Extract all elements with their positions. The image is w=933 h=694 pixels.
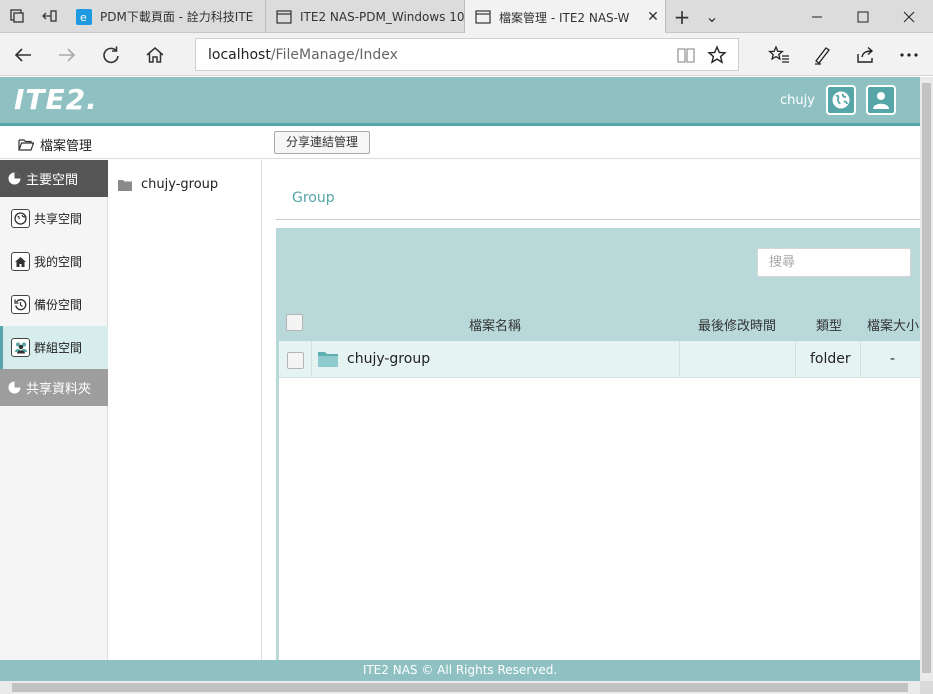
footer: ITE2 NAS © All Rights Reserved. [0,660,920,681]
scrollbar-thumb[interactable] [922,83,931,673]
breadcrumb[interactable]: Group [292,190,335,206]
sidebar-header-label: 主要空間 [26,173,79,188]
sidebar-item-label: 群組空間 [34,341,83,355]
sidebar-item-shared[interactable]: 共享空間 [0,197,108,240]
maximize-icon[interactable] [840,0,886,33]
app-header: ITE2. chujy [0,77,920,126]
share-link-management-button[interactable]: 分享連結管理 [274,131,371,154]
user-icon [873,92,889,109]
browser-tab-active[interactable]: 檔案管理 - ITE2 NAS-W ✕ [465,0,666,34]
more-icon[interactable] [895,41,923,69]
sidebar-header-shared-folder[interactable]: 共享資料夾 [0,369,108,406]
column-divider [311,341,312,378]
file-size: - [890,351,896,367]
file-name[interactable]: chujy-group [347,351,430,367]
page-icon [276,9,292,25]
edge-e-icon: e [76,8,92,25]
pie-chart-icon [8,381,21,394]
column-divider [860,341,861,378]
close-window-icon[interactable] [886,0,932,33]
sidebar-header-main[interactable]: 主要空間 [0,160,108,197]
browser-address-bar: localhost/FileManage/Index [0,33,933,76]
address-input[interactable]: localhost/FileManage/Index [195,38,739,71]
user-profile-button[interactable] [866,85,896,115]
back-arrow-icon[interactable] [9,41,37,69]
favorite-star-icon[interactable] [703,41,731,69]
globe-icon [11,209,30,228]
refresh-icon[interactable] [97,41,125,69]
folder-icon [118,179,132,191]
sidebar-item-backup[interactable]: 備份空間 [0,283,108,326]
breadcrumb-divider [276,219,920,220]
pie-chart-icon [8,172,21,185]
tab-title: ITE2 NAS-PDM_Windows 10 [300,9,464,24]
backup-icon [11,295,30,314]
tree-item-label: chujy-group [141,177,219,192]
page-title-text: 檔案管理 [40,139,93,154]
web-note-icon[interactable] [808,41,836,69]
language-globe-button[interactable] [826,85,856,115]
svg-text:e: e [80,11,87,24]
globe-icon [832,91,850,109]
vertical-scrollbar[interactable] [920,77,933,681]
sidebar-item-label: 我的空間 [34,255,83,269]
select-all-checkbox[interactable] [286,314,303,331]
page-icon [475,9,491,25]
column-header-modified[interactable]: 最後修改時間 [698,315,776,334]
tab-title: PDM下載頁面 - 詮力科技ITE [100,10,254,24]
scrollbar-thumb[interactable] [12,683,908,692]
favorites-hub-icon[interactable] [765,41,793,69]
browser-tab[interactable]: e PDM下載頁面 - 詮力科技ITE [66,0,266,33]
tab-title: 檔案管理 - ITE2 NAS-W [499,10,630,25]
set-tabs-aside-icon[interactable] [40,8,58,26]
ite2-logo[interactable]: ITE2. [14,83,98,116]
reading-view-icon[interactable] [672,41,700,69]
horizontal-scrollbar[interactable] [0,681,920,694]
scrollbar-corner [920,681,933,694]
share-icon[interactable] [851,41,879,69]
column-header-type[interactable]: 類型 [816,315,842,334]
column-divider [795,341,796,378]
forward-arrow-icon[interactable] [53,41,81,69]
column-header-name[interactable]: 檔案名稱 [469,315,521,334]
new-tab-icon[interactable]: + [673,7,691,27]
browser-tab[interactable]: ITE2 NAS-PDM_Windows 10 [266,0,465,33]
file-list-body [279,341,920,660]
tab-list-icon[interactable]: ⌄ [703,8,721,26]
home-icon [11,252,30,271]
file-type: folder [810,351,851,367]
group-icon [11,338,30,357]
url-host: localhost [208,46,271,63]
user-name[interactable]: chujy [780,93,815,108]
url-path: /FileManage/Index [270,46,398,63]
sidebar: 主要空間 共享空間 我的空間 備份空間 群組空間 共享資料夾 [0,160,108,660]
page-title: 檔案管理 [18,135,92,154]
tab-manager-icon[interactable] [8,8,26,26]
column-divider [679,341,680,378]
column-header-size[interactable]: 檔案大小 [867,315,920,334]
folder-icon [318,352,338,367]
minimize-icon[interactable] [794,0,840,33]
sidebar-item-group[interactable]: 群組空間 [0,326,108,369]
page-title-row: 檔案管理 分享連結管理 [0,126,920,159]
home-icon[interactable] [141,41,169,69]
file-list-panel [276,228,920,660]
tree-item[interactable]: chujy-group [118,177,218,192]
sidebar-item-my-space[interactable]: 我的空間 [0,240,108,283]
folder-tree: chujy-group [109,160,262,660]
sidebar-header-label: 共享資料夾 [26,382,92,397]
browser-tab-bar: e PDM下載頁面 - 詮力科技ITE ITE2 NAS-PDM_Windows… [0,0,933,34]
row-checkbox[interactable] [287,352,304,369]
close-tab-icon[interactable]: ✕ [641,9,665,25]
sidebar-item-label: 共享空間 [34,212,83,226]
sidebar-item-label: 備份空間 [34,298,83,312]
search-input[interactable] [757,248,911,277]
folder-open-icon [18,139,34,151]
